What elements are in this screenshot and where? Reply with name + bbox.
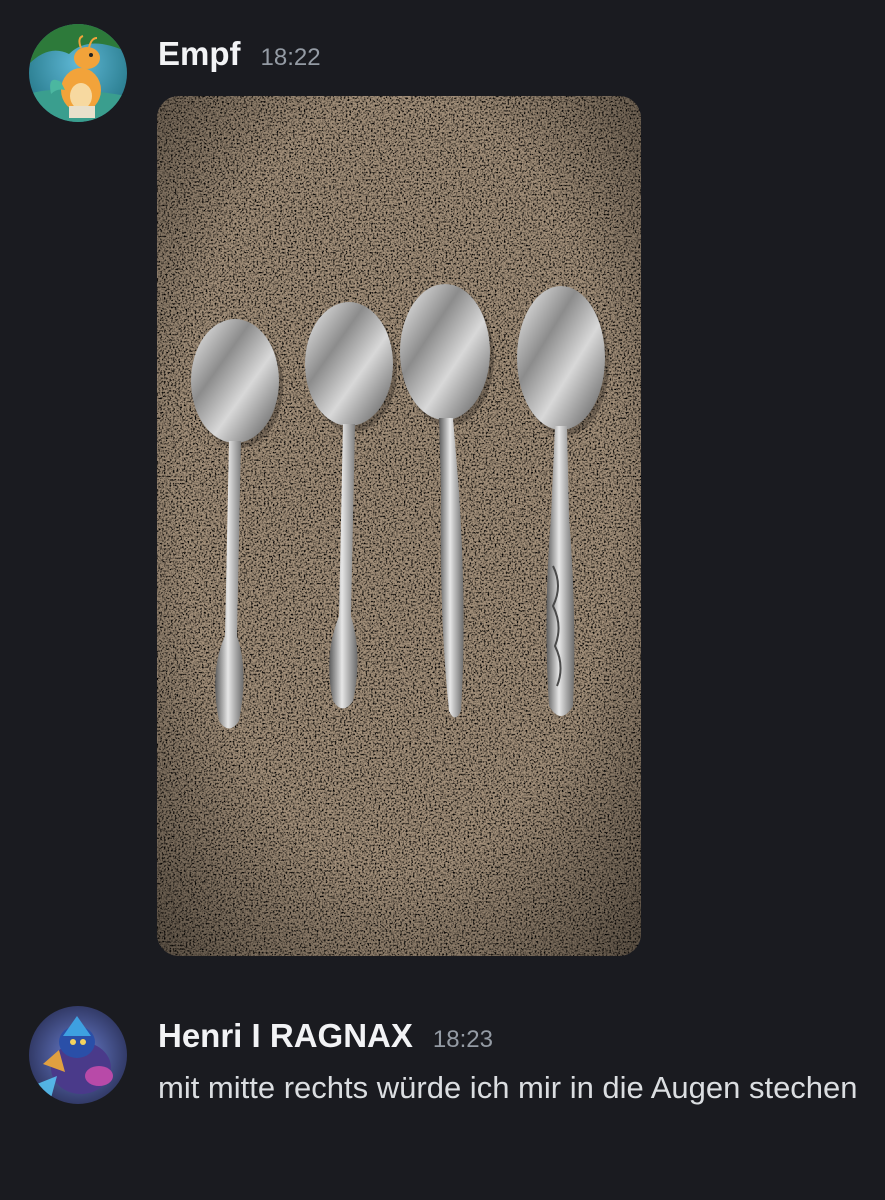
- user-avatar[interactable]: [29, 24, 127, 122]
- username[interactable]: Henri I RAGNAX: [158, 1016, 413, 1056]
- message-header: Empf 18:22: [158, 34, 321, 74]
- user-avatar[interactable]: [29, 1006, 127, 1104]
- timestamp: 18:23: [432, 1026, 493, 1053]
- image-attachment[interactable]: [157, 96, 641, 956]
- message-header: Henri I RAGNAX 18:23: [158, 1016, 493, 1056]
- message-text: mit mitte rechts würde ich mir in die Au…: [158, 1070, 858, 1105]
- fantasy-character-avatar-icon: [29, 1006, 127, 1104]
- username[interactable]: Empf: [158, 34, 241, 74]
- spoons-photo: [157, 96, 641, 956]
- timestamp: 18:22: [260, 44, 321, 71]
- chat-log: Empf 18:22 Henri I RAGNAX 18:23 mit mitt…: [0, 0, 885, 1200]
- dragon-avatar-icon: [29, 24, 127, 122]
